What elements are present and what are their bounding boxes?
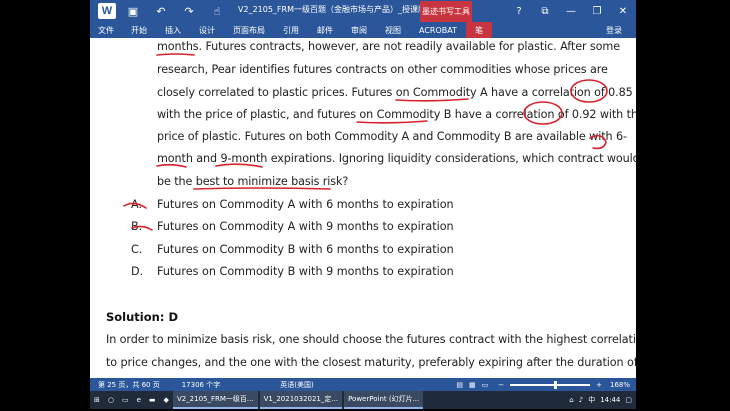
tab-view[interactable]: 视图: [376, 22, 410, 38]
word-logo-icon: W: [98, 3, 116, 19]
option-letter-b: B.: [131, 220, 143, 233]
tab-layout[interactable]: 页面布局: [224, 22, 274, 38]
close-button[interactable]: ✕: [610, 0, 636, 22]
ribbon-tabs: 文件 开始 插入 设计 页面布局 引用 邮件 审阅 视图 ACROBAT 笔 登…: [90, 22, 636, 38]
print-layout-icon[interactable]: ▦: [469, 381, 476, 389]
tab-acrobat[interactable]: ACROBAT: [410, 22, 466, 38]
option-text-d: Futures on Commodity B with 9 months to …: [157, 265, 454, 278]
solution-line: In order to minimize basis risk, one sho…: [106, 333, 636, 346]
minimize-button[interactable]: —: [558, 0, 584, 22]
option-text-b: Futures on Commodity A with 9 months to …: [157, 220, 454, 233]
ink-underline-months: [156, 53, 195, 56]
zoom-out-button[interactable]: −: [498, 381, 504, 389]
store-icon[interactable]: ◆: [160, 391, 173, 409]
tab-design[interactable]: 设计: [190, 22, 224, 38]
document-area[interactable]: months. Futures contracts, however, are …: [90, 38, 636, 378]
ink-underline-commodity-b: [356, 120, 428, 124]
option-text-a: Futures on Commodity A with 6 months to …: [157, 198, 454, 211]
word-count[interactable]: 17306 个字: [182, 380, 221, 390]
ink-underline-month: [156, 163, 187, 168]
paragraph-line: with the price of plastic, and futures o…: [157, 108, 636, 121]
ink-underline-commodity-a: [395, 98, 469, 102]
tab-mailings[interactable]: 邮件: [308, 22, 342, 38]
word-window: W ▣ ↶ ↷ ☝ V2_2105_FRM一级百题（金融市场与产品）_授课版 -…: [90, 0, 636, 399]
tab-home[interactable]: 开始: [122, 22, 156, 38]
paragraph-line: closely correlated to plastic prices. Fu…: [157, 86, 633, 99]
option-letter-c: C.: [131, 243, 143, 256]
taskbar-word-item[interactable]: V2_2105_FRM一级百...: [172, 391, 258, 409]
option-text-c: Futures on Commodity B with 6 months to …: [157, 243, 454, 256]
paragraph-line: months. Futures contracts, however, are …: [157, 40, 620, 53]
zoom-slider[interactable]: [510, 380, 591, 389]
volume-icon[interactable]: ♪: [579, 396, 583, 404]
tab-file[interactable]: 文件: [90, 22, 122, 38]
paragraph-line: be the best to minimize basis risk?: [157, 175, 349, 188]
zoom-slider-knob[interactable]: [554, 380, 558, 389]
start-icon[interactable]: ⊞: [90, 391, 104, 409]
ink-underline-best: [193, 187, 331, 190]
tab-insert[interactable]: 插入: [156, 22, 190, 38]
context-tab-ink-tools[interactable]: 墨迹书写工具: [420, 1, 472, 22]
login-link[interactable]: 登录: [606, 25, 622, 36]
network-icon[interactable]: ⌂: [569, 396, 573, 404]
tab-review[interactable]: 审阅: [342, 22, 376, 38]
undo-icon[interactable]: ↶: [150, 0, 172, 22]
quick-access-toolbar: W ▣ ↶ ↷ ☝: [90, 0, 228, 22]
clock[interactable]: 14:44: [600, 396, 620, 404]
page-count[interactable]: 第 25 页，共 60 页: [98, 380, 160, 390]
taskbar-powerpoint-item[interactable]: PowerPoint (幻灯片...: [344, 391, 424, 409]
read-mode-icon[interactable]: ▤: [456, 381, 463, 389]
option-letter-d: D.: [131, 265, 144, 278]
paragraph-line: research, Pear identifies futures contra…: [157, 63, 608, 76]
notification-icon[interactable]: ▢: [625, 396, 632, 404]
save-icon[interactable]: ▣: [122, 0, 144, 22]
redo-icon[interactable]: ↷: [178, 0, 200, 22]
tab-references[interactable]: 引用: [274, 22, 308, 38]
ime-icon[interactable]: 中: [588, 395, 595, 405]
ribbon-display-button[interactable]: ⧉: [532, 0, 558, 22]
black-border-left: [0, 0, 90, 411]
title-bar: W ▣ ↶ ↷ ☝ V2_2105_FRM一级百题（金融市场与产品）_授课版 -…: [90, 0, 636, 22]
status-bar: 第 25 页，共 60 页 17306 个字 英语(美国) ▤ ▦ ▭ − + …: [90, 378, 636, 391]
explorer-icon[interactable]: ▬: [145, 391, 160, 409]
system-tray: ⌂ ♪ 中 14:44 ▢: [569, 391, 632, 409]
zoom-level[interactable]: 168%: [610, 381, 630, 389]
solution-line: to price changes, and the one with the c…: [106, 356, 636, 369]
touch-mode-icon[interactable]: ☝: [206, 0, 228, 22]
option-letter-a: A.: [131, 198, 143, 211]
tab-pen[interactable]: 笔: [466, 22, 492, 38]
taskbar-pdf-item[interactable]: V1_2021032021_定...: [259, 391, 343, 409]
paragraph-line: month and 9-month expirations. Ignoring …: [157, 152, 636, 165]
language[interactable]: 英语(美国): [280, 380, 313, 390]
solution-title: Solution: D: [106, 310, 178, 324]
help-button[interactable]: ?: [506, 0, 532, 22]
web-layout-icon[interactable]: ▭: [482, 381, 489, 389]
zoom-area: ▤ ▦ ▭ − + 168%: [456, 378, 630, 391]
search-icon[interactable]: ○: [104, 391, 118, 409]
edge-icon[interactable]: e: [133, 391, 145, 409]
black-border-right: [636, 0, 730, 411]
window-controls: ? ⧉ — ❐ ✕: [506, 0, 636, 22]
restore-button[interactable]: ❐: [584, 0, 610, 22]
paragraph-line: price of plastic. Futures on both Commod…: [157, 130, 627, 143]
taskbar: ⊞ ○ ▭ e ▬ ◆ V2_2105_FRM一级百... V1_2021032…: [90, 391, 636, 409]
task-view-icon[interactable]: ▭: [118, 391, 133, 409]
zoom-in-button[interactable]: +: [596, 381, 602, 389]
